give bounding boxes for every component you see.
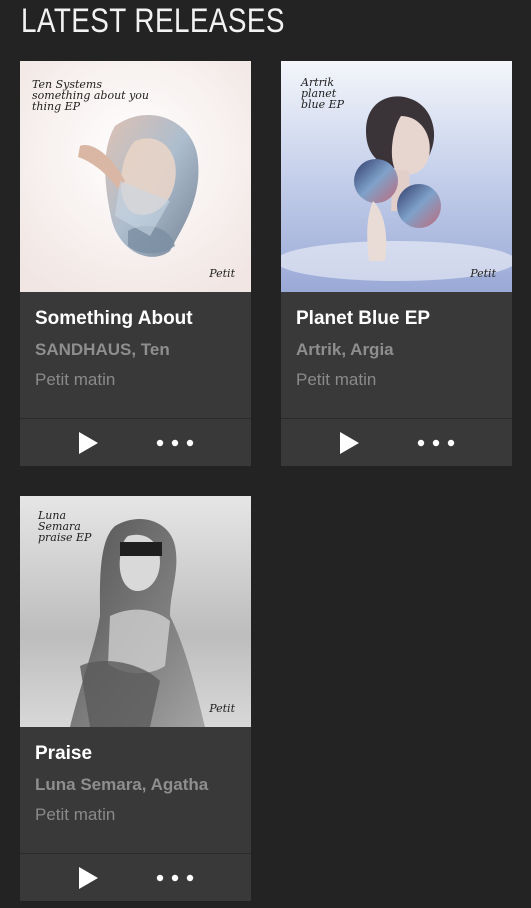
cover-handwriting: Luna Semara praise EP <box>38 509 92 544</box>
release-cover[interactable]: Ten Systems something about you thing EP… <box>20 61 251 292</box>
release-artists[interactable]: Artrik, Argia <box>296 340 394 360</box>
cover-handwriting: Ten Systems something about you thing EP <box>32 78 149 113</box>
release-controls <box>20 854 251 901</box>
release-artists[interactable]: Luna Semara, Agatha <box>35 775 208 795</box>
release-cover[interactable]: Artrik planet blue EP Petit <box>281 61 512 292</box>
release-title[interactable]: Planet Blue EP <box>296 308 430 330</box>
release-title[interactable]: Praise <box>35 743 92 765</box>
release-info: Planet Blue EP Artrik, Argia Petit matin <box>281 292 512 418</box>
section-title: LATEST RELEASES <box>21 2 285 40</box>
release-info: Praise Luna Semara, Agatha Petit matin <box>20 727 251 853</box>
more-options-icon[interactable] <box>415 433 457 453</box>
release-artists[interactable]: SANDHAUS, Ten <box>35 340 170 360</box>
release-cover[interactable]: Luna Semara praise EP Petit <box>20 496 251 727</box>
release-label[interactable]: Petit matin <box>35 805 115 825</box>
release-title[interactable]: Something About <box>35 308 193 330</box>
cover-signature: Petit <box>209 702 235 715</box>
play-icon[interactable] <box>337 431 361 455</box>
release-card[interactable]: Artrik planet blue EP Petit Planet Blue … <box>281 61 512 466</box>
play-icon[interactable] <box>76 431 100 455</box>
cover-signature: Petit <box>209 267 235 280</box>
more-options-icon[interactable] <box>154 868 196 888</box>
release-controls <box>20 419 251 466</box>
cover-handwriting: Artrik planet blue EP <box>301 76 345 111</box>
release-card[interactable]: Ten Systems something about you thing EP… <box>20 61 251 466</box>
release-label[interactable]: Petit matin <box>296 370 376 390</box>
cover-signature: Petit <box>470 267 496 280</box>
release-label[interactable]: Petit matin <box>35 370 115 390</box>
play-icon[interactable] <box>76 866 100 890</box>
more-options-icon[interactable] <box>154 433 196 453</box>
release-info: Something About SANDHAUS, Ten Petit mati… <box>20 292 251 418</box>
release-card[interactable]: Luna Semara praise EP Petit Praise Luna … <box>20 496 251 901</box>
release-controls <box>281 419 512 466</box>
